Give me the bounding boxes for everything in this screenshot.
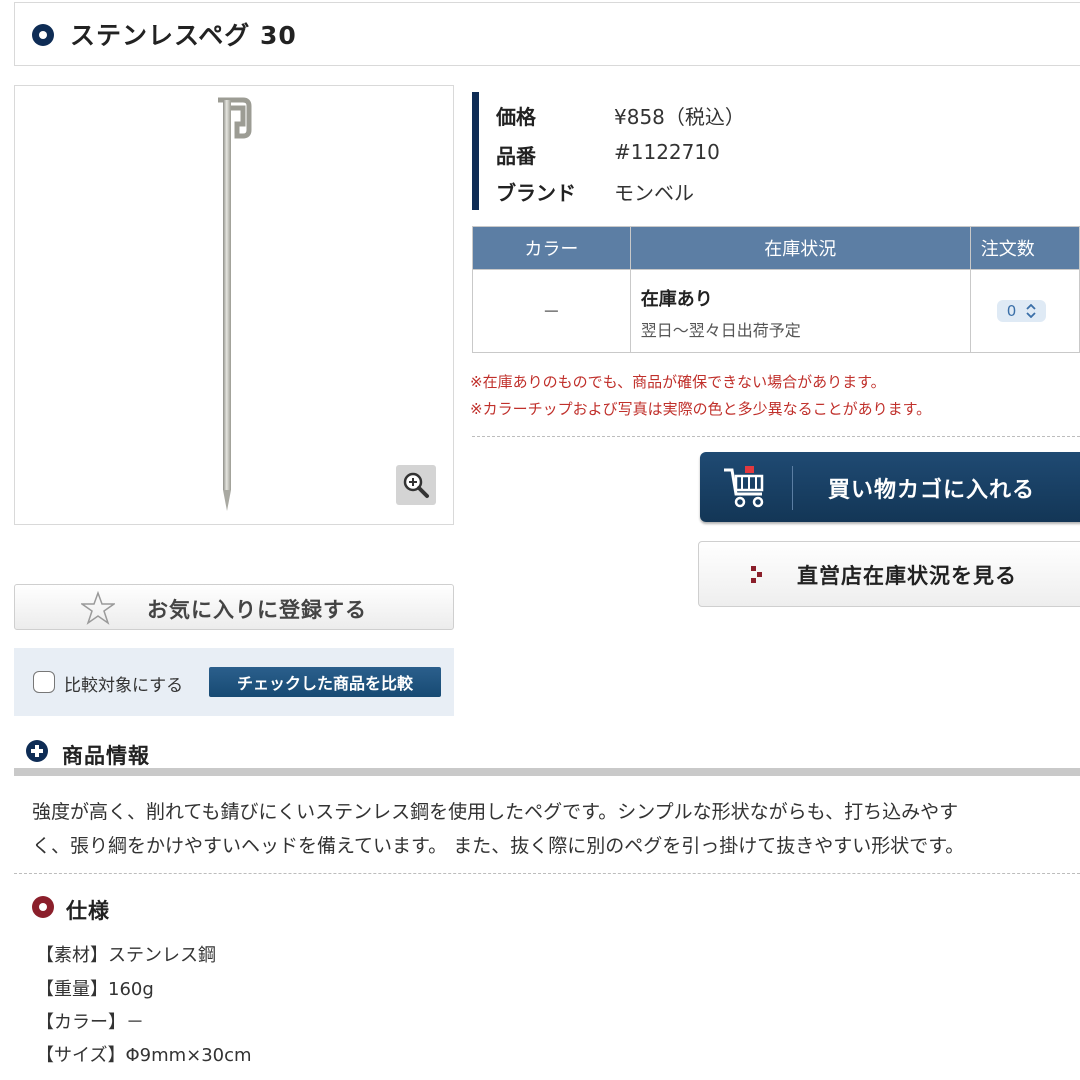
- red-arrow-icon: [751, 566, 762, 583]
- compare-panel: 比較対象にする チェックした商品を比較: [14, 648, 454, 716]
- stock-table: カラー 在庫状況 注文数 － 在庫あり 翌日～翌々日出荷予定 0: [472, 226, 1080, 353]
- add-favorite-label: お気に入りに登録する: [147, 598, 367, 622]
- product-title: ステンレスペグ 30: [70, 21, 297, 50]
- color-header: カラー: [472, 226, 631, 270]
- price-accent-bar: [472, 92, 479, 210]
- qty-cell: 0: [969, 269, 1080, 353]
- quantity-value: 0: [1006, 302, 1017, 320]
- add-to-cart-button[interactable]: 買い物カゴに入れる: [700, 452, 1080, 522]
- brand-label: ブランド: [496, 181, 576, 205]
- qty-header: 注文数: [969, 226, 1080, 270]
- spec-color: 【カラー】－: [36, 1012, 144, 1033]
- price-value: ¥858（税込）: [614, 105, 745, 129]
- circle-bullet-icon: [32, 24, 54, 46]
- add-favorite-button[interactable]: お気に入りに登録する: [14, 584, 454, 630]
- star-outline-icon: [81, 591, 115, 625]
- status-cell: 在庫あり 翌日～翌々日出荷予定: [629, 269, 971, 353]
- section-divider: [14, 768, 1080, 776]
- spec-title: 仕様: [66, 899, 110, 923]
- up-down-chevron-icon: [1026, 304, 1036, 318]
- cart-separator: [792, 466, 793, 510]
- stock-status: 在庫あり: [640, 289, 713, 310]
- spec-material: 【素材】ステンレス鋼: [36, 945, 216, 966]
- compare-checkbox-label: 比較対象にする: [64, 676, 184, 696]
- status-header: 在庫状況: [629, 226, 971, 270]
- color-cell: －: [472, 269, 631, 353]
- quantity-select[interactable]: 0: [996, 300, 1047, 322]
- compare-button[interactable]: チェックした商品を比較: [209, 667, 441, 697]
- brand-value: モンベル: [614, 181, 694, 205]
- divider: [14, 873, 1080, 874]
- magnifier-plus-icon: [403, 472, 429, 498]
- ring-bullet-icon: [32, 896, 54, 918]
- divider: [472, 436, 1080, 437]
- price-label: 価格: [496, 105, 536, 129]
- store-stock-button[interactable]: 直営店在庫状況を見る: [698, 541, 1080, 607]
- product-info-title: 商品情報: [62, 744, 150, 768]
- description-line: 強度が高く、削れても錆びにくいステンレス鋼を使用したペグです。シンプルな形状なが…: [32, 801, 959, 823]
- shopping-cart-icon: [724, 466, 764, 508]
- table-row: － 在庫あり 翌日～翌々日出荷予定 0: [472, 269, 1080, 353]
- stock-table-header: カラー 在庫状況 注文数: [472, 226, 1080, 270]
- spec-weight: 【重量】160g: [36, 979, 154, 1000]
- description-line: く、張り綱をかけやすいヘッドを備えています。 また、抜く際に別のペグを引っ掛けて…: [32, 835, 965, 857]
- product-description: 強度が高く、削れても錆びにくいステンレス鋼を使用したペグです。シンプルな形状なが…: [32, 795, 1072, 863]
- spec-size: 【サイズ】Φ9mm×30cm: [36, 1045, 252, 1066]
- add-to-cart-label: 買い物カゴに入れる: [828, 478, 1036, 503]
- stake-image: [218, 97, 252, 511]
- zoom-button[interactable]: [396, 465, 436, 505]
- plus-circle-icon: [26, 740, 48, 762]
- shipping-estimate: 翌日～翌々日出荷予定: [640, 321, 801, 340]
- store-stock-label: 直営店在庫状況を見る: [797, 564, 1017, 588]
- compare-checkbox[interactable]: [33, 671, 55, 693]
- code-label: 品番: [496, 144, 536, 168]
- stock-note: ※在庫ありのものでも、商品が確保できない場合があります。: [470, 373, 886, 391]
- code-value: #1122710: [614, 140, 720, 164]
- color-note: ※カラーチップおよび写真は実際の色と多少異なることがあります。: [470, 400, 932, 418]
- product-image[interactable]: [14, 85, 454, 525]
